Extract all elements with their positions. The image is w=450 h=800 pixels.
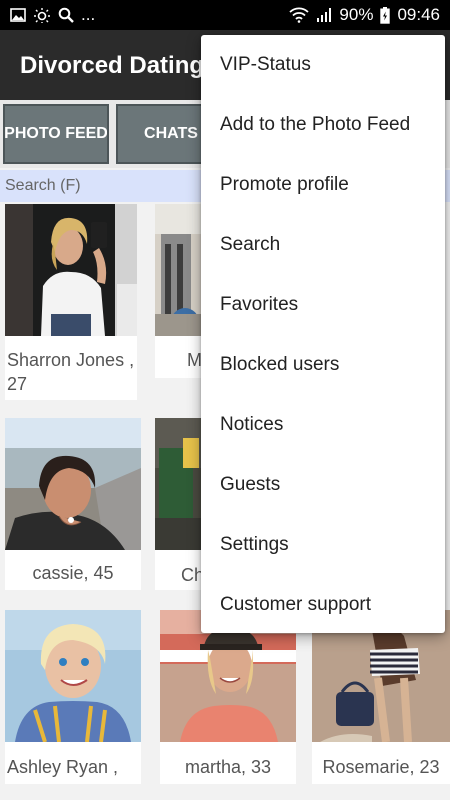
signal-icon [316, 7, 332, 23]
menu-item-customer-support[interactable]: Customer support [201, 575, 445, 635]
brightness-icon [33, 7, 51, 23]
profile-photo [5, 204, 137, 336]
status-dots: ... [81, 5, 96, 24]
clock: 09:46 [397, 5, 440, 24]
tab-photo-feed[interactable]: PHOTO FEED [3, 104, 109, 164]
wifi-icon [289, 7, 310, 23]
profile-name: Rosemarie, 23 [322, 757, 440, 777]
profile-name: Ashley Ryan , 41 [7, 757, 119, 784]
profile-card[interactable]: Sharron Jones , 27 [5, 204, 137, 400]
profile-card[interactable]: martha, 33 [160, 610, 296, 784]
menu-item-notices[interactable]: Notices [201, 395, 445, 455]
menu-item-settings[interactable]: Settings [201, 515, 445, 575]
menu-item-favorites[interactable]: Favorites [201, 275, 445, 335]
profile-name: martha, 33 [184, 757, 272, 777]
search-icon [58, 7, 74, 23]
battery-icon [380, 6, 391, 24]
profile-name: Sharron Jones , 27 [7, 350, 135, 394]
profile-photo [5, 610, 141, 742]
menu-item-promote-profile[interactable]: Promote profile [201, 155, 445, 215]
search-placeholder: Search (F) [5, 177, 81, 194]
profile-photo [5, 418, 141, 550]
overflow-menu: VIP-Status Add to the Photo Feed Promote… [201, 35, 445, 633]
menu-item-add-to-photo-feed[interactable]: Add to the Photo Feed [201, 95, 445, 155]
battery-percent: 90% [339, 5, 374, 24]
status-bar: ... 90% 09:46 [0, 0, 450, 30]
gallery-icon [10, 8, 26, 22]
app-title: Divorced Dating [20, 52, 205, 79]
menu-item-search[interactable]: Search [201, 215, 445, 275]
screen: ... 90% 09:46 Divorced Dating PHOTO FEED… [0, 0, 450, 800]
menu-item-vip-status[interactable]: VIP-Status [201, 35, 445, 95]
menu-item-guests[interactable]: Guests [201, 455, 445, 515]
menu-item-blocked-users[interactable]: Blocked users [201, 335, 445, 395]
profile-card[interactable]: Ashley Ryan , 41 [5, 610, 141, 784]
profile-name: cassie, 45 [32, 563, 114, 583]
profile-card[interactable]: cassie, 45 [5, 418, 141, 590]
profile-card[interactable]: Rosemarie, 23 [312, 610, 450, 784]
